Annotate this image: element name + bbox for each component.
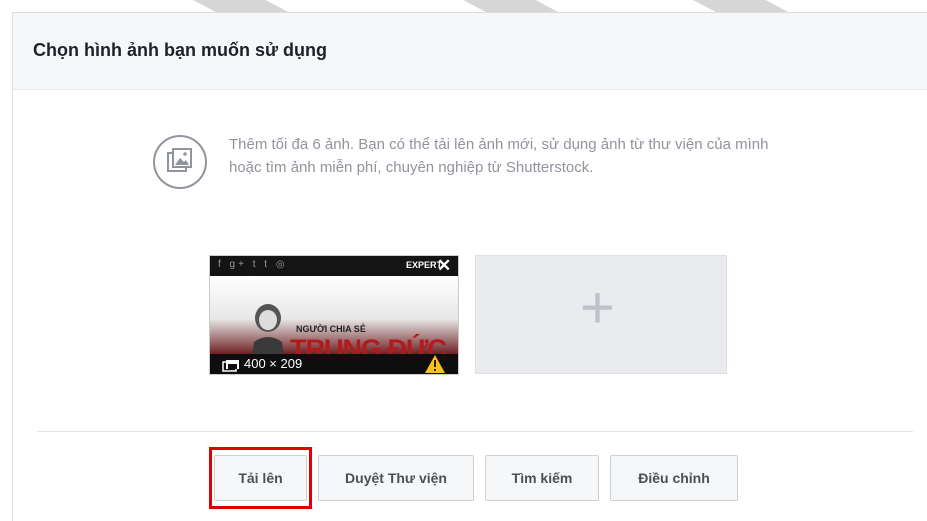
divider bbox=[37, 431, 913, 432]
image-gallery-icon bbox=[153, 135, 207, 189]
upload-button[interactable]: Tải lên bbox=[214, 455, 307, 501]
plus-icon: + bbox=[580, 274, 616, 341]
adjust-button[interactable]: Điều chỉnh bbox=[610, 455, 738, 501]
image-thumbnail[interactable]: f g+ t t ◎ EXPERT ✕ NGƯỜI CHIA SẺ TRUNG … bbox=[209, 255, 459, 375]
thumbnail-image: NGƯỜI CHIA SẺ TRUNG ĐỨC bbox=[210, 276, 458, 374]
thumbnail-subtitle: NGƯỜI CHIA SẺ bbox=[296, 324, 366, 334]
crop-icon[interactable] bbox=[222, 359, 240, 372]
panel-header: Chọn hình ảnh bạn muốn sử dụng bbox=[13, 13, 927, 90]
remove-image-icon[interactable]: ✕ bbox=[437, 256, 451, 276]
image-picker-panel: Chọn hình ảnh bạn muốn sử dụng Thêm tối … bbox=[12, 12, 927, 521]
search-button[interactable]: Tìm kiếm bbox=[485, 455, 599, 501]
add-image-box[interactable]: + bbox=[475, 255, 727, 374]
warning-icon[interactable] bbox=[424, 354, 446, 374]
social-icons: f g+ t t ◎ bbox=[218, 259, 288, 270]
browse-library-button[interactable]: Duyệt Thư viện bbox=[318, 455, 474, 501]
info-text: Thêm tối đa 6 ảnh. Bạn có thể tải lên ản… bbox=[229, 136, 769, 176]
panel-title: Chọn hình ảnh bạn muốn sử dụng bbox=[33, 40, 327, 60]
thumbnail-top-bar: f g+ t t ◎ EXPERT ✕ bbox=[210, 256, 458, 276]
image-dimensions: 400 × 209 bbox=[244, 356, 303, 371]
